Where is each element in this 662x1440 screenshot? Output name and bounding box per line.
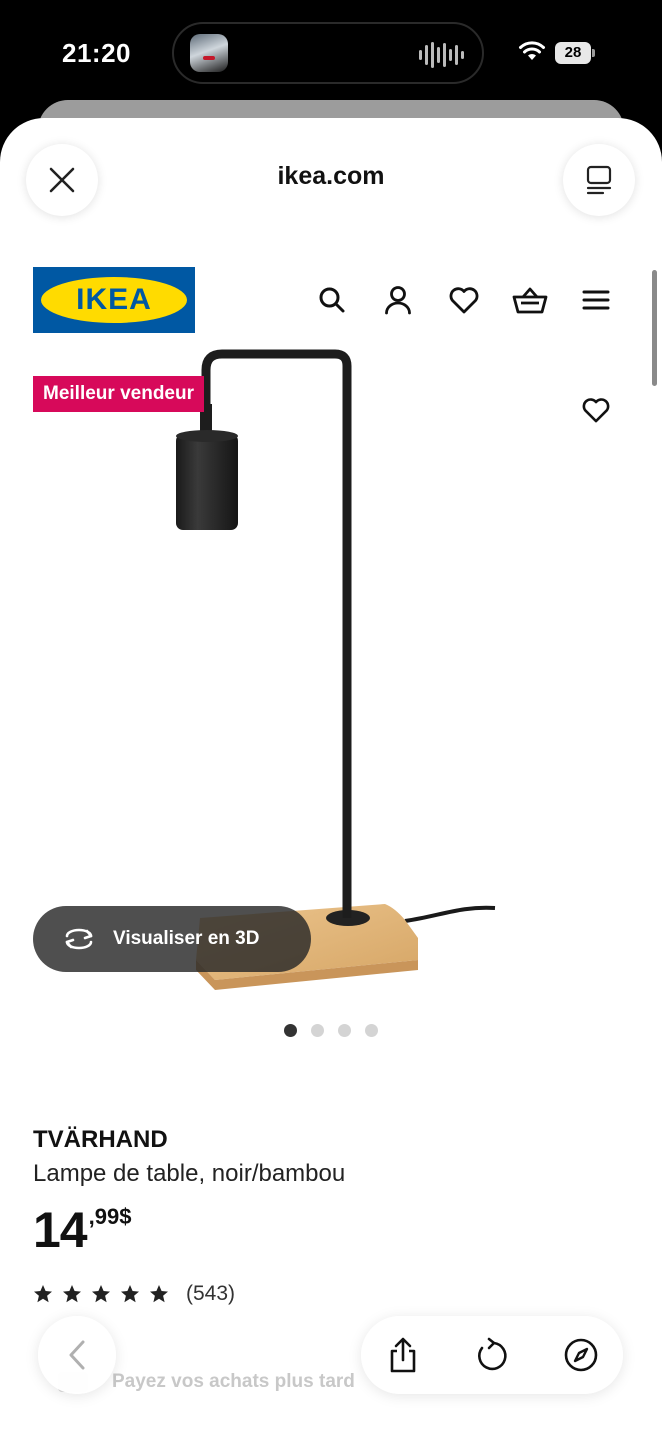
now-playing-artwork xyxy=(190,34,228,72)
carousel-dot[interactable] xyxy=(311,1024,324,1037)
reader-icon xyxy=(586,165,612,195)
search-button[interactable] xyxy=(312,282,352,318)
cart-button[interactable] xyxy=(510,282,550,318)
back-button[interactable] xyxy=(38,1316,116,1394)
star-icon xyxy=(150,1285,168,1303)
star-icon xyxy=(92,1285,110,1303)
view-in-3d-label: Visualiser en 3D xyxy=(113,928,260,949)
heart-icon xyxy=(449,287,479,314)
menu-button[interactable] xyxy=(576,282,616,318)
bestseller-badge: Meilleur vendeur xyxy=(33,376,204,412)
price-integer: 14 xyxy=(33,1202,88,1258)
product-price: 14 ,99$ xyxy=(33,1202,131,1258)
chevron-left-icon xyxy=(69,1340,85,1370)
product-name: TVÄRHAND xyxy=(33,1126,168,1153)
view-in-3d-button[interactable]: Visualiser en 3D xyxy=(33,906,311,972)
wifi-icon xyxy=(519,41,545,60)
carousel-dot[interactable] xyxy=(365,1024,378,1037)
add-to-favorites-button[interactable] xyxy=(576,392,616,428)
reload-button[interactable] xyxy=(471,1335,511,1375)
share-icon xyxy=(390,1337,416,1373)
reload-icon xyxy=(478,1337,507,1371)
review-count[interactable]: (543) xyxy=(186,1282,235,1306)
header-nav xyxy=(312,282,622,318)
star-icon xyxy=(34,1285,52,1303)
pay-later-promo[interactable]: Payez vos achats plus tard xyxy=(112,1371,355,1393)
search-icon xyxy=(319,287,345,313)
ikea-logo-text: IKEA xyxy=(76,283,152,316)
product-description: Lampe de table, noir/bambou xyxy=(33,1160,346,1187)
menu-icon xyxy=(582,290,610,310)
safari-button[interactable] xyxy=(561,1335,601,1375)
ikea-logo[interactable]: IKEA xyxy=(33,267,195,333)
user-icon xyxy=(385,286,411,315)
compass-icon xyxy=(564,1338,598,1372)
basket-icon xyxy=(512,287,548,314)
share-button[interactable] xyxy=(383,1335,423,1375)
browser-toolbar xyxy=(361,1316,623,1394)
price-decimal: ,99$ xyxy=(88,1204,132,1229)
status-bar: 21:20 28 xyxy=(0,0,662,105)
ikea-logo-oval: IKEA xyxy=(41,277,187,323)
carousel-dot[interactable] xyxy=(338,1024,351,1037)
reader-mode-button[interactable] xyxy=(563,144,635,216)
wishlist-button[interactable] xyxy=(444,282,484,318)
status-time: 21:20 xyxy=(62,38,131,68)
star-icon xyxy=(63,1285,81,1303)
browser-sheet: ikea.com IKEA Meilleur vendeur Visualise… xyxy=(0,118,662,1440)
audio-waveform-icon xyxy=(419,42,464,68)
dynamic-island[interactable] xyxy=(172,22,484,84)
account-button[interactable] xyxy=(378,282,418,318)
product-rating[interactable]: (543) xyxy=(33,1282,235,1306)
heart-icon xyxy=(582,398,610,423)
rotate-3d-icon xyxy=(61,927,97,951)
battery-indicator: 28 xyxy=(555,42,595,64)
star-icon xyxy=(121,1285,139,1303)
carousel-dot[interactable] xyxy=(284,1024,297,1037)
image-carousel-dots[interactable] xyxy=(284,1024,378,1037)
